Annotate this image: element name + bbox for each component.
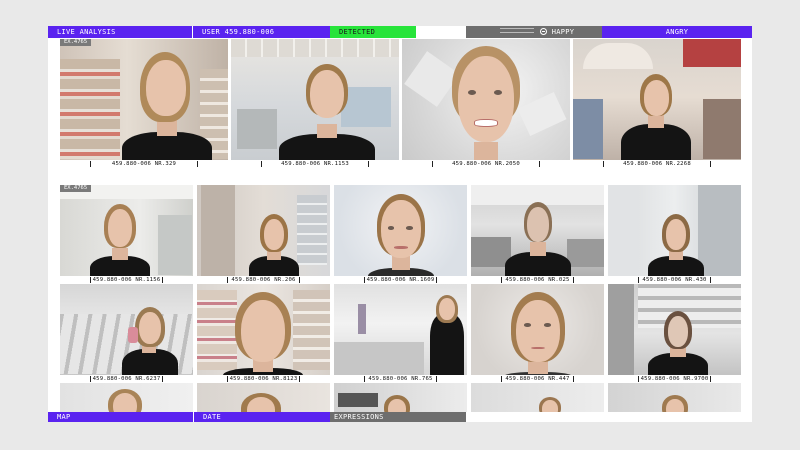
tile-caption: 459.880-006 NR.8123	[197, 375, 330, 383]
video-tile[interactable]: 459.880-006 NR.2268	[573, 39, 741, 168]
tile-caption: 459.880-006 NR.206	[197, 276, 330, 284]
video-tile[interactable]: 459.880-006 NR.9700	[608, 284, 741, 383]
video-tile[interactable]	[60, 383, 193, 412]
spacer	[416, 26, 466, 38]
video-tile[interactable]	[471, 383, 604, 412]
tile-caption: 459.880-006 NR.2050	[402, 160, 570, 168]
tab-expressions[interactable]: EXPRESSIONS	[330, 412, 466, 422]
tile-caption: 459.880-006 NR.329	[60, 160, 228, 168]
video-tile[interactable]: 459.880-006 NR.8123	[197, 284, 330, 383]
video-tile[interactable]	[334, 383, 467, 412]
video-tile[interactable]: EX.4765 459.880-006 NR.1156	[60, 185, 193, 284]
tile-caption: 459.880-006 NR.025	[471, 276, 604, 284]
tile-caption: 459.880-006 NR.1153	[231, 160, 399, 168]
lines-icon	[499, 28, 534, 33]
tab-live-analysis[interactable]: LIVE ANALYSIS	[48, 26, 192, 38]
detected-status: DETECTED	[330, 26, 416, 38]
tile-caption: 459.880-006 NR.2268	[573, 160, 741, 168]
video-tile[interactable]: 459.880-006 NR.6237	[60, 284, 193, 383]
video-tile[interactable]: 459.880-006 NR.765	[334, 284, 467, 383]
face-icon	[539, 28, 547, 35]
sample-tag: EX.4765	[60, 185, 92, 192]
tile-caption: 459.880-006 NR.6237	[60, 375, 193, 383]
video-tile[interactable]	[608, 383, 741, 412]
tab-happy[interactable]: HAPPY	[466, 26, 602, 38]
video-tile[interactable]: 459.880-006 NR.1153	[231, 39, 399, 168]
sample-tag: EX.4765	[60, 39, 92, 46]
tile-caption: 459.880-006 NR.447	[471, 375, 604, 383]
tile-caption: 459.880-006 NR.9700	[608, 375, 741, 383]
tile-caption: 459.880-006 NR.1609	[334, 276, 467, 284]
video-tile[interactable]: 459.880-006 NR.206	[197, 185, 330, 284]
tile-caption: 459.880-006 NR.430	[608, 276, 741, 284]
video-tile[interactable]: 459.880-006 NR.447	[471, 284, 604, 383]
user-id-label: USER 459.880-006	[192, 26, 330, 38]
video-tile[interactable]: 459.880-006 NR.025	[471, 185, 604, 284]
top-status-bar: LIVE ANALYSIS USER 459.880-006 DETECTED …	[48, 26, 752, 38]
tile-caption: 459.880-006 NR.1156	[60, 276, 193, 284]
video-tile[interactable]	[197, 383, 330, 412]
tab-angry[interactable]: ANGRY	[602, 26, 752, 38]
video-tile[interactable]: 459.880-006 NR.2050	[402, 39, 570, 168]
tab-date[interactable]: DATE	[193, 412, 330, 422]
app-frame: LIVE ANALYSIS USER 459.880-006 DETECTED …	[48, 26, 752, 422]
bottom-nav-bar: MAP DATE EXPRESSIONS	[48, 412, 752, 422]
tab-map[interactable]: MAP	[48, 412, 193, 422]
tile-caption: 459.880-006 NR.765	[334, 375, 467, 383]
video-tile[interactable]: 459.880-006 NR.1609	[334, 185, 467, 284]
video-tile[interactable]: 459.880-006 NR.430	[608, 185, 741, 284]
video-tile[interactable]: EX.4765 459.880-006 NR.329	[60, 39, 228, 168]
